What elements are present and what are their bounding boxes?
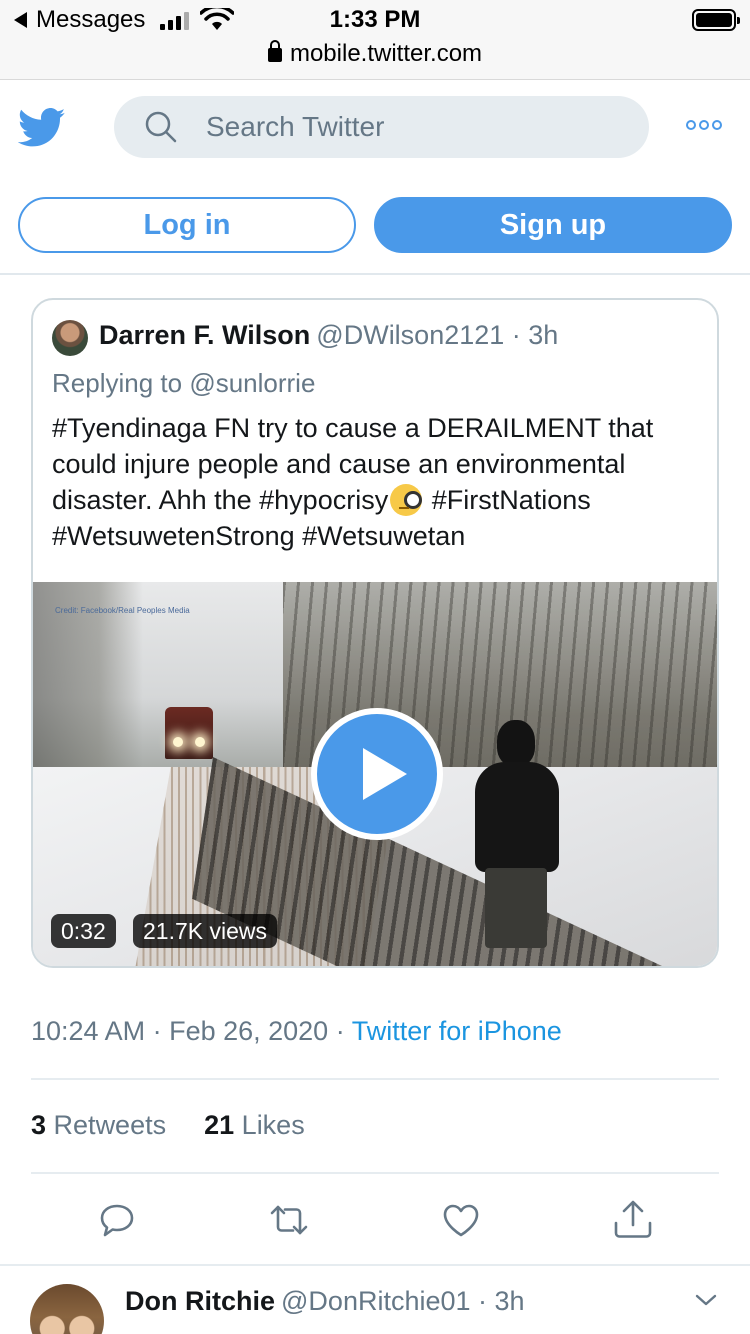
reply-author-name[interactable]: Don Ritchie xyxy=(125,1286,275,1316)
author-line: Darren F. Wilson @DWilson2121 · 3h xyxy=(99,320,558,351)
reply-author-handle: @DonRitchie01 · 3h xyxy=(281,1286,525,1316)
author-handle: @DWilson2121 · 3h xyxy=(316,320,559,350)
video-views: 21.7K views xyxy=(133,914,278,948)
likes-stat[interactable]: 21 Likes xyxy=(204,1110,305,1141)
timestamp-text: 10:24 AM · Feb 26, 2020 · xyxy=(31,1016,352,1046)
likes-count: 21 xyxy=(204,1110,235,1140)
retweets-label: Retweets xyxy=(53,1110,167,1140)
reply-author-avatar[interactable] xyxy=(30,1284,104,1334)
status-bar: Messages 1:33 PM mobile.twitter.com xyxy=(0,0,750,80)
tweet-text: #Tyendinaga FN try to cause a DERAILMENT… xyxy=(52,410,702,554)
search-icon xyxy=(145,111,177,143)
retweets-count: 3 xyxy=(31,1110,47,1140)
more-options-icon[interactable] xyxy=(686,120,724,134)
video-frame-train xyxy=(165,707,213,759)
tweet-card[interactable]: Darren F. Wilson @DWilson2121 · 3h Replyi… xyxy=(31,298,719,968)
search-bar[interactable] xyxy=(114,96,649,158)
tweet-actions xyxy=(0,1197,750,1243)
play-button[interactable] xyxy=(311,708,443,840)
address-bar[interactable]: mobile.twitter.com xyxy=(0,40,750,68)
tweet-stats: 3 Retweets 21 Likes xyxy=(31,1110,305,1141)
share-icon[interactable] xyxy=(610,1197,656,1243)
twitter-bird-icon[interactable] xyxy=(18,108,66,148)
tweet-timestamp: 10:24 AM · Feb 26, 2020 · Twitter for iP… xyxy=(31,1016,562,1047)
twitter-header: Log in Sign up xyxy=(0,80,750,275)
login-button[interactable]: Log in xyxy=(18,197,356,253)
like-icon[interactable] xyxy=(438,1197,484,1243)
signup-button[interactable]: Sign up xyxy=(374,197,732,253)
video-credit: Credit: Facebook/Real Peoples Media xyxy=(55,606,190,615)
divider xyxy=(31,1172,719,1174)
url-text: mobile.twitter.com xyxy=(289,40,483,67)
video-frame-person xyxy=(467,720,567,960)
divider xyxy=(31,1078,719,1080)
video-duration: 0:32 xyxy=(51,914,116,948)
retweet-icon[interactable] xyxy=(266,1197,312,1243)
video-player[interactable]: Credit: Facebook/Real Peoples Media 0:32… xyxy=(33,582,717,966)
search-input[interactable] xyxy=(206,111,586,143)
battery-icon xyxy=(692,9,740,31)
likes-label: Likes xyxy=(241,1110,305,1140)
retweets-stat[interactable]: 3 Retweets xyxy=(31,1110,166,1141)
chevron-down-icon[interactable] xyxy=(694,1288,718,1312)
divider xyxy=(0,1264,750,1266)
replying-to: Replying to @sunlorrie xyxy=(52,368,315,399)
reply-author-line: Don Ritchie @DonRitchie01 · 3h xyxy=(125,1286,525,1317)
replying-prefix: Replying to xyxy=(52,368,190,398)
replying-to-handle[interactable]: @sunlorrie xyxy=(189,368,315,398)
clock: 1:33 PM xyxy=(329,6,421,33)
source-link[interactable]: Twitter for iPhone xyxy=(352,1016,562,1046)
lock-icon xyxy=(267,40,282,62)
author-name[interactable]: Darren F. Wilson xyxy=(99,320,310,350)
author-avatar[interactable] xyxy=(52,320,88,356)
face-with-monocle-icon xyxy=(390,484,423,516)
reply-icon[interactable] xyxy=(94,1197,140,1243)
